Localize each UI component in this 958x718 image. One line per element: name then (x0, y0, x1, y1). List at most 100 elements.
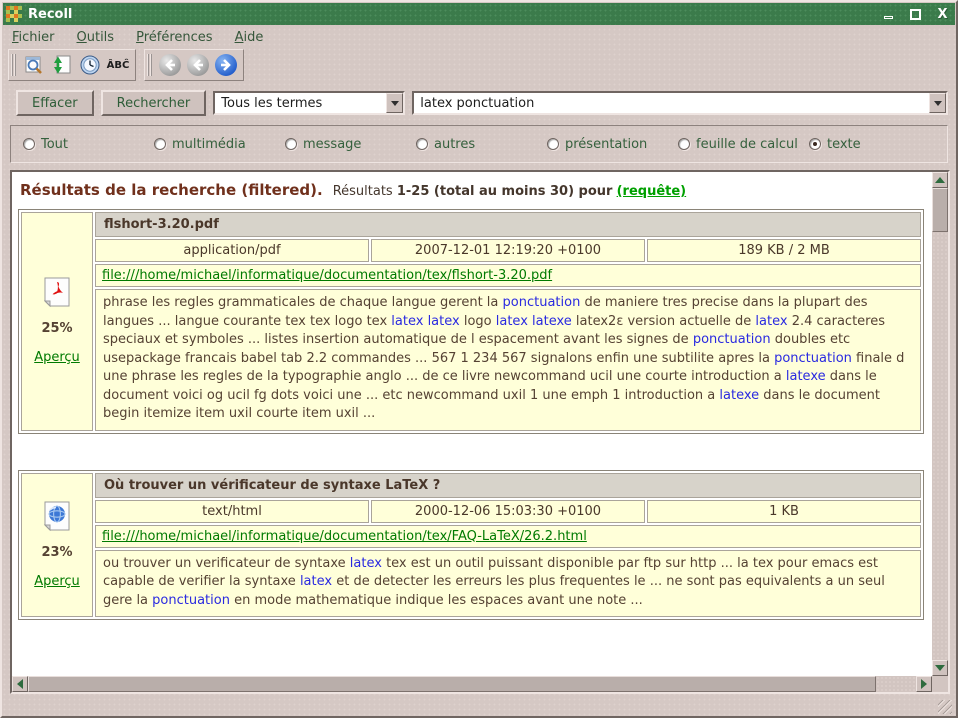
vertical-scrollbar[interactable] (932, 172, 948, 676)
close-button[interactable]: X (933, 6, 952, 22)
entry-size: 1 KB (647, 500, 921, 523)
radio-icon[interactable] (547, 138, 559, 150)
menu-aide[interactable]: Aide (235, 30, 264, 45)
entry-meta-row: application/pdf 2007-12-01 12:19:20 +010… (95, 239, 921, 262)
toolbar-group-navigation (144, 49, 244, 81)
menu-bar: Fichier Outils Préférences Aide (2, 26, 956, 49)
menu-outils[interactable]: Outils (77, 30, 115, 45)
minimize-icon (884, 16, 893, 19)
arrow-right-icon (921, 679, 932, 689)
advanced-search-icon (23, 54, 45, 76)
close-icon: X (937, 9, 947, 20)
window-title: Recoll (28, 7, 871, 22)
pdf-file-icon (44, 277, 70, 307)
scroll-left-button[interactable] (12, 676, 28, 692)
scroll-down-button[interactable] (932, 660, 948, 676)
entry-date: 2000-12-06 15:03:30 +0100 (371, 500, 645, 523)
radio-icon[interactable] (416, 138, 428, 150)
toolbar-handle[interactable] (147, 54, 152, 76)
document-history-button[interactable] (77, 52, 103, 78)
entry-main: flshort-3.20.pdf application/pdf 2007-12… (95, 212, 921, 431)
filter-feuille-de-calcul[interactable]: feuille de calcul (678, 137, 809, 152)
entry-side-panel: 25% Aperçu (21, 212, 93, 431)
filter-texte[interactable]: texte (809, 137, 861, 152)
chevron-down-icon[interactable] (929, 93, 946, 113)
search-row: Effacer Rechercher Tous les termes (16, 90, 948, 116)
filter-message[interactable]: message (285, 137, 416, 152)
horizontal-scroll-thumb[interactable] (28, 676, 876, 692)
clear-button[interactable]: Effacer (16, 90, 94, 116)
entry-url-link[interactable]: file:///home/michael/informatique/docume… (102, 268, 552, 283)
filter-multimedia[interactable]: multimédia (154, 137, 285, 152)
preview-link[interactable]: Aperçu (34, 350, 80, 365)
results-list: Résultats de la recherche (filtered).Rés… (12, 172, 932, 676)
entry-date: 2007-12-01 12:19:20 +0100 (371, 239, 645, 262)
menu-preferences[interactable]: Préférences (136, 30, 212, 45)
first-page-button[interactable] (157, 52, 183, 78)
arrow-left-icon (12, 679, 23, 689)
query-link[interactable]: (requête) (617, 184, 687, 199)
results-header: Résultats de la recherche (filtered).Rés… (18, 179, 932, 209)
entry-mime-type: application/pdf (95, 239, 369, 262)
relevance-percent: 25% (41, 321, 72, 336)
menu-fichier[interactable]: Fichier (12, 30, 55, 45)
minimize-button[interactable] (879, 6, 898, 22)
status-bar (4, 692, 954, 716)
results-frame: Résultats de la recherche (filtered).Rés… (10, 170, 950, 694)
advanced-search-button[interactable] (21, 52, 47, 78)
arrow-up-icon (935, 172, 945, 183)
scroll-trough[interactable] (876, 676, 916, 692)
query-combo (412, 91, 948, 115)
filter-tout[interactable]: Tout (23, 137, 154, 152)
radio-icon[interactable] (809, 138, 821, 150)
toolbar-handle[interactable] (11, 54, 16, 76)
entry-snippet: ou trouver un verificateur de syntaxe la… (95, 550, 921, 618)
term-explorer-button[interactable]: ÂBĈ (105, 52, 131, 78)
result-entry-1: 25% Aperçu flshort-3.20.pdf application/… (18, 209, 924, 434)
sort-parameters-button[interactable] (49, 52, 75, 78)
scroll-up-button[interactable] (932, 172, 948, 188)
maximize-button[interactable] (906, 6, 925, 22)
scroll-right-button[interactable] (916, 676, 932, 692)
search-mode-select[interactable]: Tous les termes (213, 91, 405, 115)
preview-link[interactable]: Aperçu (34, 574, 80, 589)
filter-presentation[interactable]: présentation (547, 137, 678, 152)
search-input[interactable] (414, 96, 929, 111)
radio-icon[interactable] (23, 138, 35, 150)
entry-url-link[interactable]: file:///home/michael/informatique/docume… (102, 529, 587, 544)
radio-icon[interactable] (285, 138, 297, 150)
previous-page-button[interactable] (185, 52, 211, 78)
previous-page-icon (187, 54, 209, 76)
radio-icon[interactable] (678, 138, 690, 150)
category-filter-panel: Tout multimédia message autres présentat… (10, 125, 948, 163)
next-page-button[interactable] (213, 52, 239, 78)
search-button[interactable]: Rechercher (101, 90, 207, 116)
maximize-icon (910, 9, 921, 20)
radio-icon[interactable] (154, 138, 166, 150)
chevron-down-icon[interactable] (386, 93, 403, 113)
scrollbar-corner (932, 676, 948, 692)
term-explorer-icon: ÂBĈ (107, 60, 130, 71)
sort-parameters-icon (51, 54, 73, 76)
entry-url-row: file:///home/michael/informatique/docume… (95, 525, 921, 548)
entry-mime-type: text/html (95, 500, 369, 523)
entry-title: Où trouver un vérificateur de syntaxe La… (95, 473, 921, 498)
next-page-icon (215, 54, 237, 76)
previous-page-icon (159, 54, 181, 76)
entry-snippet: phrase les regles grammaticales de chaqu… (95, 289, 921, 431)
entry-meta-row: text/html 2000-12-06 15:03:30 +0100 1 KB (95, 500, 921, 523)
horizontal-scrollbar[interactable] (12, 676, 932, 692)
toolbar-group-tools: ÂBĈ (8, 49, 136, 81)
entry-side-panel: 23% Aperçu (21, 473, 93, 618)
title-bar[interactable]: Recoll X (3, 3, 955, 25)
recoll-window: Recoll X Fichier Outils Préférences Aide (0, 0, 958, 718)
search-mode-value: Tous les termes (215, 96, 386, 111)
entry-separator (18, 434, 932, 470)
resize-grip[interactable] (938, 700, 952, 714)
result-entry-2: 23% Aperçu Où trouver un vérificateur de… (18, 470, 924, 621)
app-icon (6, 6, 22, 22)
relevance-percent: 23% (41, 545, 72, 560)
vertical-scroll-thumb[interactable] (932, 188, 948, 232)
entry-title: flshort-3.20.pdf (95, 212, 921, 237)
filter-autres[interactable]: autres (416, 137, 547, 152)
